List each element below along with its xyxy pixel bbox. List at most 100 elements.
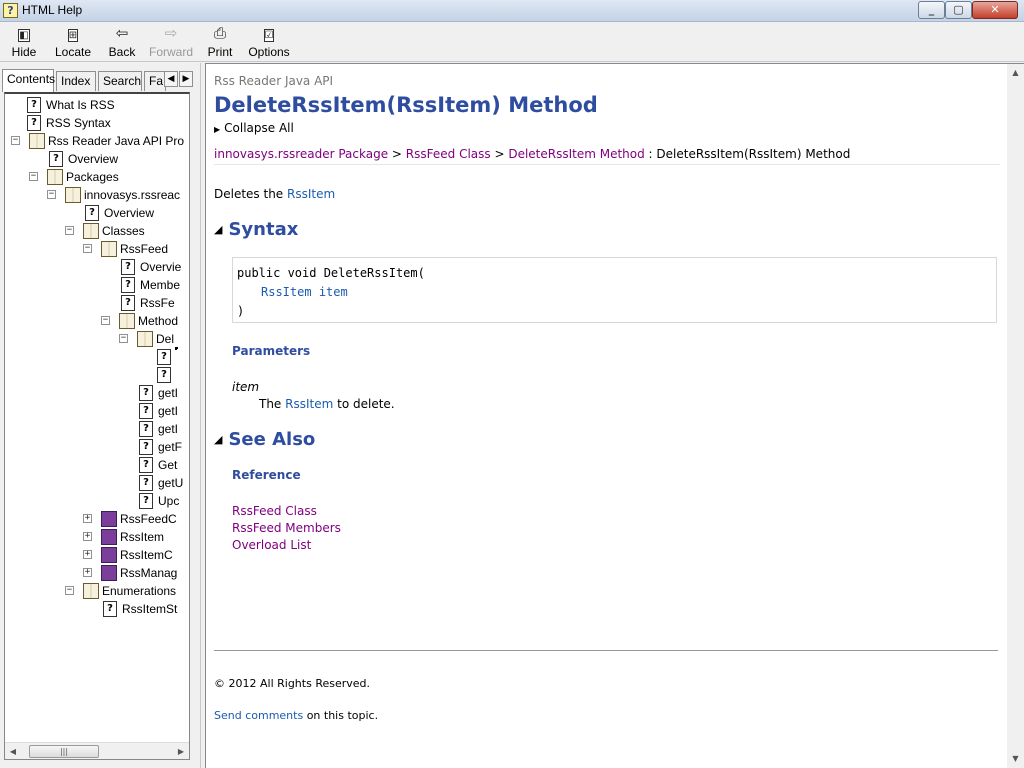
expand-node-icon[interactable]: +: [83, 550, 92, 559]
tree-node-label: What Is RSS: [46, 98, 115, 112]
tree-node[interactable]: − RssFeed: [7, 240, 187, 258]
help-page-icon: ?: [157, 367, 171, 383]
help-page-icon: ?: [139, 493, 153, 509]
tree-node[interactable]: ? Overview: [7, 150, 187, 168]
expand-node-icon[interactable]: +: [83, 514, 92, 523]
hide-pane-icon: ◧: [18, 29, 30, 42]
param-description: The RssItem to delete.: [259, 397, 395, 411]
tree-node[interactable]: − innovasys.rssreac: [7, 186, 187, 204]
scroll-right-icon[interactable]: ▶: [174, 745, 188, 758]
summary: Deletes the RssItem: [214, 187, 336, 201]
tab-favorites[interactable]: Fa: [144, 71, 166, 91]
collapse-all-button[interactable]: ▶ Collapse All: [214, 121, 294, 135]
tree-node[interactable]: ?: [7, 366, 187, 384]
collapse-node-icon[interactable]: −: [119, 334, 128, 343]
content-vertical-scrollbar[interactable]: ▲ ▼: [1007, 63, 1024, 768]
close-button[interactable]: ✕: [972, 1, 1018, 19]
tree-node[interactable]: + RssItemC: [7, 546, 187, 564]
tree-node[interactable]: ? getU: [7, 474, 187, 492]
collapse-node-icon[interactable]: −: [101, 316, 110, 325]
tree-node[interactable]: + RssManag: [7, 564, 187, 582]
help-app-icon: ?: [3, 3, 18, 18]
scroll-left-icon[interactable]: ◀: [6, 745, 20, 758]
help-page-icon: ?: [27, 115, 41, 131]
feedback: Send comments on this topic.: [214, 709, 379, 722]
back-button[interactable]: ⇦ Back: [98, 25, 146, 61]
navigation-pane: Contents Index Search Fa ◀ ▶ ? What Is RS…: [0, 63, 200, 768]
tree-node-label: RssFeed: [120, 242, 169, 256]
locate-icon: ⊞: [67, 29, 79, 42]
minimize-button[interactable]: _: [918, 1, 945, 19]
collapse-node-icon[interactable]: −: [47, 190, 56, 199]
tree-node[interactable]: ?: [7, 348, 187, 366]
see-also-section-toggle[interactable]: ◢ See Also: [214, 429, 315, 450]
summary-rssitem-link[interactable]: RssItem: [287, 187, 335, 201]
scroll-down-icon[interactable]: ▼: [1009, 752, 1022, 766]
expand-node-icon[interactable]: +: [83, 532, 92, 541]
tab-scroll-right-icon[interactable]: ▶: [179, 71, 193, 87]
scroll-up-icon[interactable]: ▲: [1009, 66, 1022, 80]
tree-node[interactable]: ? getI: [7, 420, 187, 438]
api-header: Rss Reader Java API: [214, 74, 334, 88]
tree-node[interactable]: ? RssFe: [7, 294, 187, 312]
open-book-icon: [83, 583, 99, 599]
tree-node[interactable]: − Method: [7, 312, 187, 330]
expand-node-icon[interactable]: +: [83, 568, 92, 577]
breadcrumb-package-link[interactable]: innovasys.rssreader Package: [214, 147, 388, 161]
syntax-code-block: public void DeleteRssItem( RssItem item …: [232, 257, 997, 323]
forward-button[interactable]: ⇨ Forward: [147, 25, 195, 61]
tree-node[interactable]: − Classes: [7, 222, 187, 240]
tree-node[interactable]: ? Get: [7, 456, 187, 474]
maximize-button[interactable]: ▢: [945, 1, 972, 19]
syntax-section-toggle[interactable]: ◢ Syntax: [214, 219, 298, 240]
tab-search[interactable]: Search: [98, 71, 142, 91]
options-button[interactable]: ☑ Options: [245, 25, 293, 61]
tree-node-label: Membe: [140, 278, 181, 292]
tree-node[interactable]: ? Overvie: [7, 258, 187, 276]
tree-node[interactable]: ? RSS Syntax: [7, 114, 187, 132]
send-comments-link[interactable]: Send comments: [214, 709, 303, 722]
collapse-node-icon[interactable]: −: [11, 136, 20, 145]
print-button[interactable]: ⎙ Print: [196, 25, 244, 61]
tree-node[interactable]: ? RssItemSt: [7, 600, 187, 618]
tab-index[interactable]: Index: [56, 71, 96, 91]
tree-node-label: RssFeedC: [120, 512, 177, 526]
tree-node[interactable]: + RssItem: [7, 528, 187, 546]
tree-node[interactable]: ? getF: [7, 438, 187, 456]
reference-link-rssfeed-members[interactable]: RssFeed Members: [232, 520, 341, 537]
breadcrumb-method-link[interactable]: DeleteRssItem Method: [508, 147, 644, 161]
tree-node[interactable]: ? Overview: [7, 204, 187, 222]
breadcrumb-class-link[interactable]: RssFeed Class: [406, 147, 491, 161]
tree-node[interactable]: ? getI: [7, 402, 187, 420]
tree-node[interactable]: − Rss Reader Java API Pro: [7, 132, 187, 150]
tree-node[interactable]: ? getI: [7, 384, 187, 402]
tree-node[interactable]: + RssFeedC: [7, 510, 187, 528]
tab-scroll-left-icon[interactable]: ◀: [164, 71, 178, 87]
breadcrumb-current: DeleteRssItem(RssItem) Method: [656, 147, 851, 161]
param-rssitem-link[interactable]: RssItem: [285, 397, 333, 411]
tree-node[interactable]: ? Upc: [7, 492, 187, 510]
hide-button[interactable]: ◧ Hide: [0, 25, 48, 61]
param-name: item: [232, 380, 260, 394]
collapse-node-icon[interactable]: −: [83, 244, 92, 253]
tree-node[interactable]: ? What Is RSS: [7, 96, 187, 114]
tree-horizontal-scrollbar[interactable]: ◀ ||| ▶: [5, 742, 189, 759]
tree-node[interactable]: ? Membe: [7, 276, 187, 294]
scroll-thumb[interactable]: |||: [29, 745, 99, 758]
code-rssitem-link[interactable]: RssItem: [261, 285, 312, 299]
tree-node-label: Del: [156, 332, 175, 346]
tree-node[interactable]: − Del: [7, 330, 187, 348]
collapse-node-icon[interactable]: −: [29, 172, 38, 181]
locate-button[interactable]: ⊞ Locate: [49, 25, 97, 61]
collapse-node-icon[interactable]: −: [65, 586, 74, 595]
reference-link-rssfeed-class[interactable]: RssFeed Class: [232, 503, 341, 520]
reference-link-overload-list[interactable]: Overload List: [232, 537, 341, 554]
collapse-node-icon[interactable]: −: [65, 226, 74, 235]
tab-contents[interactable]: Contents: [2, 69, 55, 92]
window-title: HTML Help: [22, 3, 83, 17]
tree-node[interactable]: − Packages: [7, 168, 187, 186]
help-page-icon: ?: [139, 457, 153, 473]
title-bar: ? HTML Help _ ▢ ✕: [0, 0, 1024, 22]
options-icon: ☑: [263, 29, 275, 42]
tree-node[interactable]: − Enumerations: [7, 582, 187, 600]
